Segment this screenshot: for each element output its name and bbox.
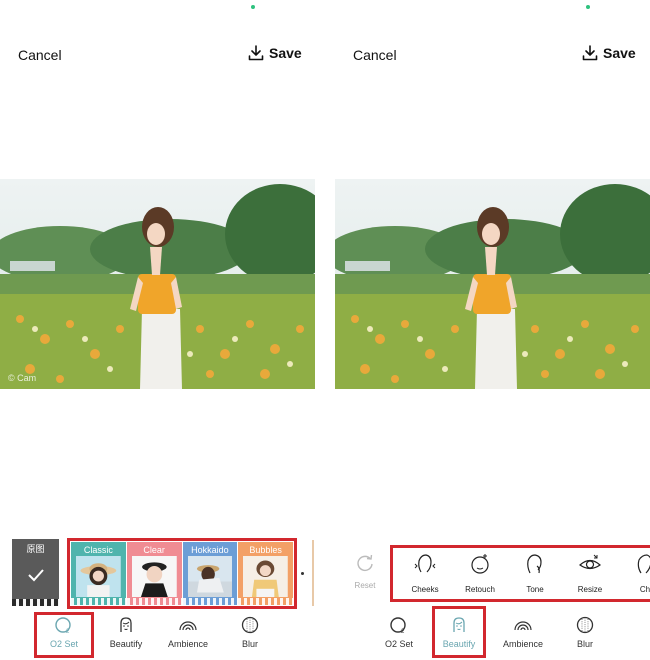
strip-more-indicator [301, 572, 304, 575]
tool-label: Cheeks [411, 585, 439, 594]
rainbow-icon [179, 621, 197, 631]
reset-button[interactable]: Reset [350, 553, 380, 590]
tab-o2-set[interactable]: 2 O2 Set [369, 612, 429, 658]
reset-icon [357, 554, 373, 572]
tab-beautify[interactable]: Beautify [96, 612, 156, 658]
filter-strip-highlight: Classic Clear Hokkaido Bubbles [67, 538, 297, 609]
tab-blur[interactable]: Blur [220, 612, 280, 658]
chin-icon [637, 554, 650, 574]
tool-resize[interactable]: Resize [565, 552, 615, 594]
tab-ambience[interactable]: Ambience [158, 612, 218, 658]
svg-text:2: 2 [66, 629, 70, 635]
tab-label: Beautify [109, 639, 143, 649]
filter-name: Clear [143, 545, 165, 555]
checkmark-icon [28, 569, 44, 582]
right-editor-panel: Cancel Save Reset Cheeks Retouch Tone Re… [322, 0, 650, 660]
cancel-button[interactable]: Cancel [353, 47, 397, 63]
tab-blur[interactable]: Blur [555, 612, 615, 658]
film-holes [238, 598, 293, 605]
tool-chin[interactable]: Ch [620, 552, 650, 594]
save-label: Save [269, 45, 302, 61]
status-indicator-dot [251, 5, 255, 9]
preview-photo: © Cam [0, 179, 315, 389]
original-label: 原图 [26, 544, 45, 554]
tool-label: Retouch [465, 585, 495, 594]
tab-label: Beautify [442, 639, 476, 649]
tab-label: O2 Set [49, 639, 78, 649]
filter-name: Hokkaido [191, 545, 229, 555]
eye-resize-icon [579, 554, 601, 570]
tab-o2-set[interactable]: 2 O2 Set [34, 612, 94, 658]
tab-beautify[interactable]: Beautify [429, 612, 489, 658]
tool-label: Ch [639, 585, 650, 594]
film-holes [126, 598, 182, 605]
tool-label: Tone [526, 585, 544, 594]
retouch-icon [471, 554, 489, 574]
tab-label: Ambience [167, 639, 209, 649]
o2-set-icon: 2 [55, 617, 71, 635]
bottom-tab-bar: 2 O2 Set Beautify Ambience Blur [0, 612, 322, 658]
save-button[interactable]: Save [582, 45, 636, 61]
rainbow-icon [514, 621, 532, 631]
filter-name: Bubbles [249, 545, 282, 555]
save-label: Save [603, 45, 636, 61]
next-filter-peek [312, 540, 314, 606]
status-indicator-dot [586, 5, 590, 9]
filter-thumbnail [243, 556, 288, 597]
filter-card-bubbles[interactable]: Bubbles [238, 542, 293, 605]
face-icon [120, 617, 132, 632]
tool-cheeks[interactable]: Cheeks [400, 552, 450, 594]
film-holes [182, 598, 238, 605]
tab-label: Blur [576, 639, 593, 649]
preview-photo [335, 179, 650, 389]
reset-label: Reset [354, 581, 376, 590]
save-button[interactable]: Save [248, 45, 302, 61]
filter-card-clear[interactable]: Clear [126, 542, 182, 605]
tab-label: Blur [241, 639, 258, 649]
tool-label: Resize [577, 585, 603, 594]
cancel-button[interactable]: Cancel [18, 47, 62, 63]
tab-label: O2 Set [384, 639, 413, 649]
film-holes [12, 599, 59, 606]
download-icon [582, 45, 598, 61]
download-icon [248, 45, 264, 61]
cheeks-icon [414, 554, 436, 573]
tab-ambience[interactable]: Ambience [493, 612, 553, 658]
face-icon [453, 617, 465, 632]
original-filter-tile[interactable]: 原图 [12, 539, 59, 606]
tool-tone[interactable]: Tone [510, 552, 560, 594]
bottom-tab-bar: 2 O2 Set Beautify Ambience Blur [322, 606, 650, 658]
o2-set-icon: 2 [390, 617, 406, 635]
left-editor-panel: Cancel Save © Cam 原图 Classic Clear Hokka… [0, 0, 322, 660]
photo-watermark: © Cam [8, 373, 37, 383]
tone-icon [527, 554, 542, 574]
svg-text:2: 2 [401, 629, 405, 635]
filter-thumbnail [131, 556, 177, 597]
filter-thumbnail [76, 556, 121, 597]
filter-card-hokkaido[interactable]: Hokkaido [182, 542, 238, 605]
tab-label: Ambience [502, 639, 544, 649]
filter-list: Classic Clear Hokkaido Bubbles [70, 541, 294, 606]
blur-circle-icon [241, 616, 259, 634]
tool-retouch[interactable]: Retouch [455, 552, 505, 594]
blur-circle-icon [576, 616, 594, 634]
filter-thumbnail [187, 556, 233, 597]
filter-name: Classic [83, 545, 113, 555]
film-holes [71, 598, 126, 605]
filter-card-classic[interactable]: Classic [71, 542, 126, 605]
beautify-tools-highlight: Cheeks Retouch Tone Resize Ch [390, 545, 650, 602]
